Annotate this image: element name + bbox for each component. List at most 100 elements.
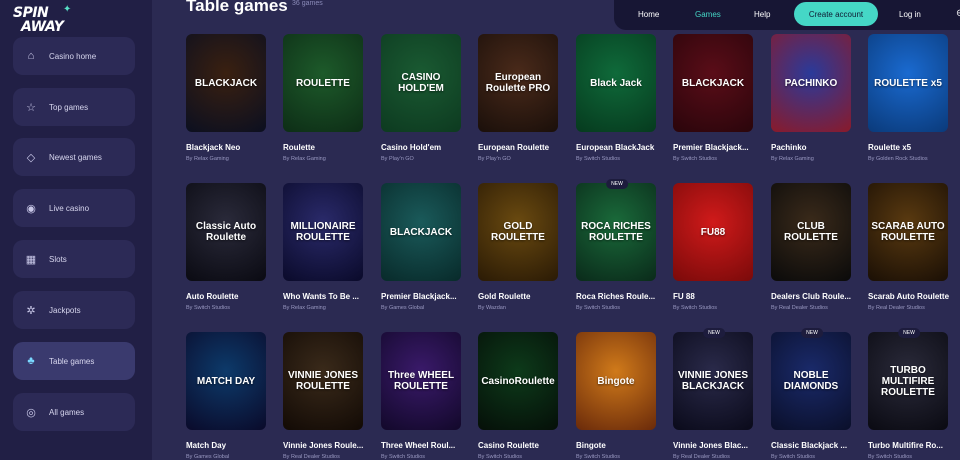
nav-link-help[interactable]: Help — [754, 10, 770, 19]
sidebar-item-top-games[interactable]: ☆ Top games — [13, 88, 135, 126]
game-thumbnail[interactable]: BLACKJACK — [381, 183, 461, 281]
game-title[interactable]: Auto Roulette — [186, 292, 268, 301]
game-thumbnail[interactable]: MILLIONAIRE ROULETTE — [283, 183, 363, 281]
game-card[interactable]: GOLD ROULETTE Gold Roulette By Wazdan — [478, 183, 560, 311]
game-title[interactable]: Classic Blackjack ... — [771, 441, 853, 450]
game-thumbnail[interactable]: PACHINKO — [771, 34, 851, 132]
nav-link-home[interactable]: Home — [638, 10, 659, 19]
game-card[interactable]: PACHINKO Pachinko By Relax Gaming — [771, 34, 853, 162]
game-thumbnail[interactable]: BLACKJACK — [673, 34, 753, 132]
game-title[interactable]: Pachinko — [771, 143, 853, 152]
game-title[interactable]: Vinnie Jones Roule... — [283, 441, 365, 450]
game-title[interactable]: Roca Riches Roule... — [576, 292, 658, 301]
sidebar-item-live-casino[interactable]: ◉ Live casino — [13, 189, 135, 227]
game-provider: By Switch Studios — [576, 156, 621, 162]
game-thumbnail[interactable]: SCARAB AUTO ROULETTE — [868, 183, 948, 281]
game-title[interactable]: Roulette — [283, 143, 365, 152]
game-card[interactable]: Black Jack European BlackJack By Switch St… — [576, 34, 658, 162]
game-thumbnail[interactable]: CasinoRoulette — [478, 332, 558, 430]
game-title[interactable]: Gold Roulette — [478, 292, 560, 301]
game-card[interactable]: TURBO MULTIFIRE ROULETTE NEW Turbo Multifi… — [868, 328, 950, 460]
sidebar-item-jackpots[interactable]: ✲ Jackpots — [13, 291, 135, 329]
new-badge: NEW — [606, 179, 628, 189]
game-card[interactable]: SCARAB AUTO ROULETTE Scarab Auto Roulette… — [868, 183, 950, 311]
game-thumbnail[interactable]: NOBLE DIAMONDS — [771, 332, 851, 430]
game-thumbnail-title: European Roulette PRO — [485, 72, 551, 94]
nav-link-games[interactable]: Games — [695, 10, 721, 19]
game-thumbnail-title: TURBO MULTIFIRE ROULETTE — [881, 364, 935, 398]
spinaway-logo[interactable]: SPIN AWAY ✦ — [13, 5, 73, 36]
game-title[interactable]: Premier Blackjack... — [381, 292, 463, 301]
game-card[interactable]: Bingote Bingote By Switch Studios — [576, 332, 658, 460]
game-card[interactable]: Three WHEEL ROULETTE Three Wheel Roul... B… — [381, 332, 463, 460]
all-games-icon: ◎ — [26, 406, 36, 419]
sidebar-item-newest-games[interactable]: ◇ Newest games — [13, 138, 135, 176]
game-title[interactable]: Scarab Auto Roulette — [868, 292, 950, 301]
game-thumbnail[interactable]: TURBO MULTIFIRE ROULETTE — [868, 332, 948, 430]
game-thumbnail[interactable]: Black Jack — [576, 34, 656, 132]
game-thumbnail[interactable]: FU88 — [673, 183, 753, 281]
game-title[interactable]: Three Wheel Roul... — [381, 441, 463, 450]
game-thumbnail[interactable]: CASINO HOLD'EM — [381, 34, 461, 132]
game-title[interactable]: Roulette x5 — [868, 143, 950, 152]
sidebar-item-slots[interactable]: ▦ Slots — [13, 240, 135, 278]
game-title[interactable]: Turbo Multifire Ro... — [868, 441, 950, 450]
sidebar-item-all-games[interactable]: ◎ All games — [13, 393, 135, 431]
game-thumbnail[interactable]: Classic Auto Roulette — [186, 183, 266, 281]
game-card[interactable]: CasinoRoulette Casino Roulette By Switch S… — [478, 332, 560, 460]
game-card[interactable]: ROULETTE Roulette By Relax Gaming — [283, 34, 365, 162]
game-card[interactable]: VINNIE JONES BLACKJACK NEW Vinnie Jones Bl… — [673, 328, 755, 460]
game-title[interactable]: FU 88 — [673, 292, 755, 301]
game-thumbnail-title: CASINO HOLD'EM — [398, 72, 444, 94]
sidebar-item-casino-home[interactable]: ⌂ Casino home — [13, 37, 135, 75]
game-title[interactable]: Who Wants To Be ... — [283, 292, 365, 301]
game-title[interactable]: Dealers Club Roule... — [771, 292, 853, 301]
game-title[interactable]: Casino Hold'em — [381, 143, 463, 152]
login-link[interactable]: Log in — [899, 10, 921, 19]
game-thumbnail[interactable]: CLUB ROULETTE — [771, 183, 851, 281]
game-card[interactable]: European Roulette PRO European Roulette By… — [478, 34, 560, 162]
game-card[interactable]: ROCA RICHES ROULETTE NEW Roca Riches Roule… — [576, 179, 658, 311]
game-thumbnail[interactable]: BLACKJACK — [186, 34, 266, 132]
star-circle-icon: ☆ — [26, 101, 36, 114]
live-icon: ◉ — [26, 202, 36, 215]
game-provider: By Wazdan — [478, 305, 506, 311]
game-card[interactable]: FU88 FU 88 By Switch Studios — [673, 183, 755, 311]
sidebar-item-table-games[interactable]: ♣ Table games — [13, 342, 135, 380]
game-title[interactable]: Match Day — [186, 441, 268, 450]
game-card[interactable]: BLACKJACK Premier Blackjack... By Switch S… — [673, 34, 755, 162]
game-thumbnail-title: ROULETTE x5 — [874, 77, 942, 89]
new-badge: NEW — [801, 328, 823, 338]
game-title[interactable]: Premier Blackjack... — [673, 143, 755, 152]
create-account-button[interactable]: Create account — [794, 2, 878, 26]
game-card[interactable]: ROULETTE x5 Roulette x5 By Golden Rock Stu… — [868, 34, 950, 162]
game-title[interactable]: Vinnie Jones Blac... — [673, 441, 755, 450]
game-card[interactable]: MILLIONAIRE ROULETTE Who Wants To Be ... B… — [283, 183, 365, 311]
game-card[interactable]: NOBLE DIAMONDS NEW Classic Blackjack ... By… — [771, 328, 853, 460]
game-thumbnail[interactable]: European Roulette PRO — [478, 34, 558, 132]
game-card[interactable]: Classic Auto Roulette Auto Roulette By Swi… — [186, 183, 268, 311]
game-title[interactable]: Bingote — [576, 441, 658, 450]
game-thumbnail[interactable]: VINNIE JONES BLACKJACK — [673, 332, 753, 430]
game-card[interactable]: BLACKJACK Blackjack Neo By Relax Gaming — [186, 34, 268, 162]
game-thumbnail[interactable]: VINNIE JONES ROULETTE — [283, 332, 363, 430]
game-title[interactable]: European BlackJack — [576, 143, 658, 152]
game-thumbnail[interactable]: Bingote — [576, 332, 656, 430]
game-title[interactable]: European Roulette — [478, 143, 560, 152]
game-thumbnail[interactable]: MATCH DAY — [186, 332, 266, 430]
game-thumbnail[interactable]: GOLD ROULETTE — [478, 183, 558, 281]
account-menu-icon[interactable]: ⊖ — [956, 8, 960, 19]
game-title[interactable]: Casino Roulette — [478, 441, 560, 450]
game-thumbnail[interactable]: ROCA RICHES ROULETTE — [576, 183, 656, 281]
game-thumbnail[interactable]: ROULETTE x5 — [868, 34, 948, 132]
game-title[interactable]: Blackjack Neo — [186, 143, 268, 152]
game-thumbnail[interactable]: ROULETTE — [283, 34, 363, 132]
game-thumbnail[interactable]: Three WHEEL ROULETTE — [381, 332, 461, 430]
sidebar-item-label: Live casino — [49, 203, 90, 213]
game-card[interactable]: MATCH DAY Match Day By Games Global — [186, 332, 268, 460]
game-card[interactable]: CASINO HOLD'EM Casino Hold'em By Play'n GO — [381, 34, 463, 162]
game-card[interactable]: VINNIE JONES ROULETTE Vinnie Jones Roule.… — [283, 332, 365, 460]
new-badge: NEW — [703, 328, 725, 338]
game-card[interactable]: BLACKJACK Premier Blackjack... By Games Gl… — [381, 183, 463, 311]
game-card[interactable]: CLUB ROULETTE Dealers Club Roule... By Rea… — [771, 183, 853, 311]
